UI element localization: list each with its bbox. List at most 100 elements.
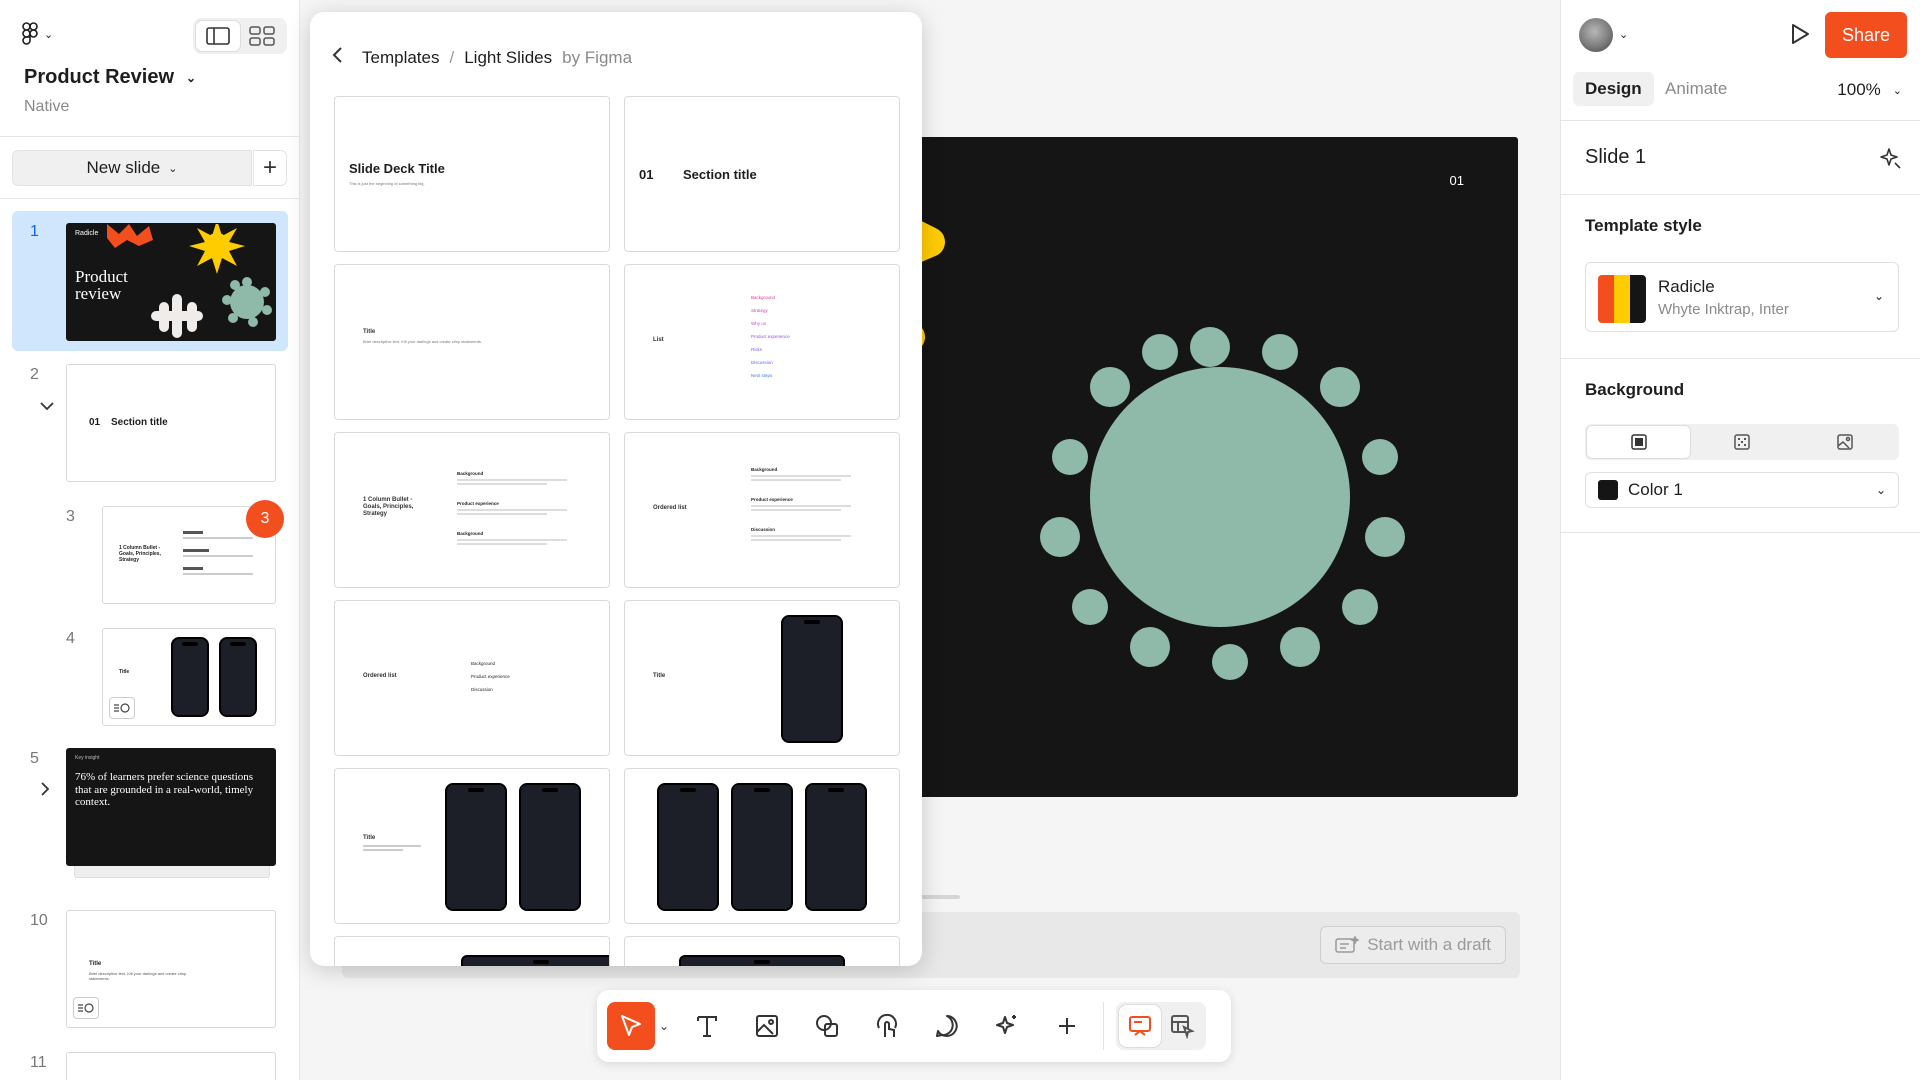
main-menu-button[interactable]: ⌄ (22, 22, 53, 46)
tab-design[interactable]: Design (1573, 72, 1654, 106)
slide-thumbnail[interactable]: Title Brief descriptive text. Kill your … (66, 910, 276, 1028)
design-mode-button[interactable] (1161, 1005, 1203, 1047)
slide-thumbnail[interactable]: Key insight 76% of learners prefer scien… (66, 748, 276, 866)
style-swatch (1598, 275, 1646, 323)
shape-tool-button[interactable] (803, 1002, 851, 1050)
interactive-tool-button[interactable] (863, 1002, 911, 1050)
laptop-mockup (679, 955, 845, 966)
template-ordered-items: Background Product experience Discussion (471, 661, 510, 692)
play-icon (1792, 24, 1809, 44)
slide-thumbnail[interactable]: Radicle Product review (66, 223, 276, 341)
solid-fill-button[interactable] (1587, 426, 1691, 458)
chevron-down-icon: ⌄ (186, 70, 197, 85)
template-title: Title (363, 835, 376, 841)
template-body-lines (363, 845, 423, 851)
phone-mockup (171, 637, 209, 717)
slide-item-2[interactable]: 2 01 Section title (12, 358, 288, 486)
slide-thumbnail[interactable]: 01 Section title (66, 364, 276, 482)
slide-number: 2 (30, 366, 39, 383)
template-list[interactable]: List Background Strategy Why us Product … (624, 264, 900, 420)
divider (1561, 120, 1920, 121)
animation-icon[interactable] (109, 697, 135, 719)
present-button[interactable] (1789, 22, 1811, 51)
templates-breadcrumb: Templates / Light Slides by Figma (332, 46, 632, 69)
comment-count-badge[interactable]: 3 (246, 500, 284, 538)
template-title: 1 Column Bullet - Goals, Principles, Str… (363, 497, 414, 518)
chevron-down-icon[interactable]: ⌄ (1619, 28, 1628, 41)
ai-tool-button[interactable] (983, 1002, 1031, 1050)
chevron-down-icon[interactable] (40, 398, 54, 415)
back-button[interactable] (332, 46, 344, 69)
single-view-button[interactable] (196, 21, 240, 51)
start-with-draft-button[interactable]: Start with a draft (1320, 926, 1506, 964)
slide-number: 5 (30, 750, 39, 767)
image-fill-button[interactable] (1794, 426, 1897, 458)
new-slide-button[interactable]: New slide ⌄ (12, 150, 252, 186)
laptop-mockup (461, 955, 609, 966)
background-type-switcher (1585, 424, 1899, 460)
template-title-text[interactable]: Title Brief descriptive text. Kill your … (334, 264, 610, 420)
slide-thumbnail[interactable]: Title (102, 628, 276, 726)
user-avatar[interactable] (1579, 18, 1613, 52)
phone-mockup (781, 615, 843, 743)
image-tool-button[interactable] (743, 1002, 791, 1050)
template-laptop-2[interactable] (624, 936, 900, 966)
cursor-icon (621, 1015, 641, 1036)
breadcrumb-templates-link[interactable]: Templates (362, 48, 439, 68)
phone-mockup (657, 783, 719, 911)
template-bullets[interactable]: 1 Column Bullet - Goals, Principles, Str… (334, 432, 610, 588)
chevron-left-icon (332, 47, 342, 63)
grid-view-button[interactable] (240, 21, 284, 51)
template-section-slide[interactable]: 01 Section title (624, 96, 900, 252)
text-tool-button[interactable] (683, 1002, 731, 1050)
chevron-down-icon: ⌄ (44, 28, 54, 41)
file-title[interactable]: Product Review ⌄ (24, 66, 196, 89)
template-ordered-list-1[interactable]: Ordered list Background Product experien… (624, 432, 900, 588)
sparkle-icon (1880, 148, 1901, 169)
template-style-picker[interactable]: Radicle Whyte Inktrap, Inter ⌄ (1585, 262, 1899, 332)
template-bullet-items: Background Product experience Background (457, 471, 587, 545)
template-ordered-items: Background Product experience Discussion (751, 467, 871, 541)
file-subtitle: Native (24, 98, 70, 115)
template-subtitle: This is just the beginning of something … (349, 181, 425, 186)
chevron-down-icon: ⌄ (1873, 289, 1884, 303)
template-laptop-1[interactable] (334, 936, 610, 966)
animation-icon[interactable] (73, 997, 99, 1019)
draft-icon (1335, 936, 1360, 953)
style-name: Radicle (1658, 277, 1715, 296)
slide-item-3[interactable]: 3 1 Column Bullet - Goals, Principles, S… (12, 500, 288, 608)
slide-item-11[interactable]: 11 (12, 1046, 288, 1080)
slide-item-5[interactable]: 5 Key insight 76% of learners prefer sci… (12, 742, 288, 890)
template-ordered-list-2[interactable]: Ordered list Background Product experien… (334, 600, 610, 756)
pattern-fill-button[interactable] (1690, 426, 1793, 458)
template-phone[interactable]: Title (624, 600, 900, 756)
share-button[interactable]: Share (1825, 12, 1907, 58)
slide-mode-button[interactable] (1119, 1005, 1161, 1047)
slide-item-1[interactable]: 1 Radicle Product review (12, 211, 288, 351)
tab-animate[interactable]: Animate (1653, 72, 1739, 106)
interaction-icon (877, 1013, 897, 1037)
breadcrumb-separator: / (449, 47, 455, 67)
pattern-icon (1734, 434, 1750, 450)
background-color-select[interactable]: Color 1 ⌄ (1585, 472, 1899, 508)
chevron-down-icon[interactable]: ⌄ (659, 1019, 673, 1033)
style-fonts: Whyte Inktrap, Inter (1658, 301, 1789, 318)
slide-item-10[interactable]: 10 Title Brief descriptive text. Kill yo… (12, 904, 288, 1032)
template-title-slide[interactable]: Slide Deck Title This is just the beginn… (334, 96, 610, 252)
add-tool-button[interactable] (1043, 1002, 1091, 1050)
template-two-phones[interactable]: Title (334, 768, 610, 924)
draft-label: Start with a draft (1367, 935, 1491, 954)
image-icon (756, 1015, 778, 1037)
zoom-control[interactable]: 100% ⌄ (1837, 80, 1902, 100)
slide-item-4[interactable]: 4 Title (12, 622, 288, 730)
add-slide-button[interactable]: + (253, 150, 287, 186)
comment-tool-button[interactable] (923, 1002, 971, 1050)
move-tool-button[interactable] (607, 1002, 655, 1050)
template-three-phones[interactable] (624, 768, 900, 924)
thumb-section-number: 01 (89, 417, 101, 428)
background-heading: Background (1585, 380, 1685, 399)
slide-thumbnail[interactable] (66, 1052, 276, 1080)
slide-number: 10 (30, 912, 48, 929)
slide-ai-button[interactable] (1878, 146, 1902, 175)
chevron-right-icon[interactable] (40, 782, 50, 800)
